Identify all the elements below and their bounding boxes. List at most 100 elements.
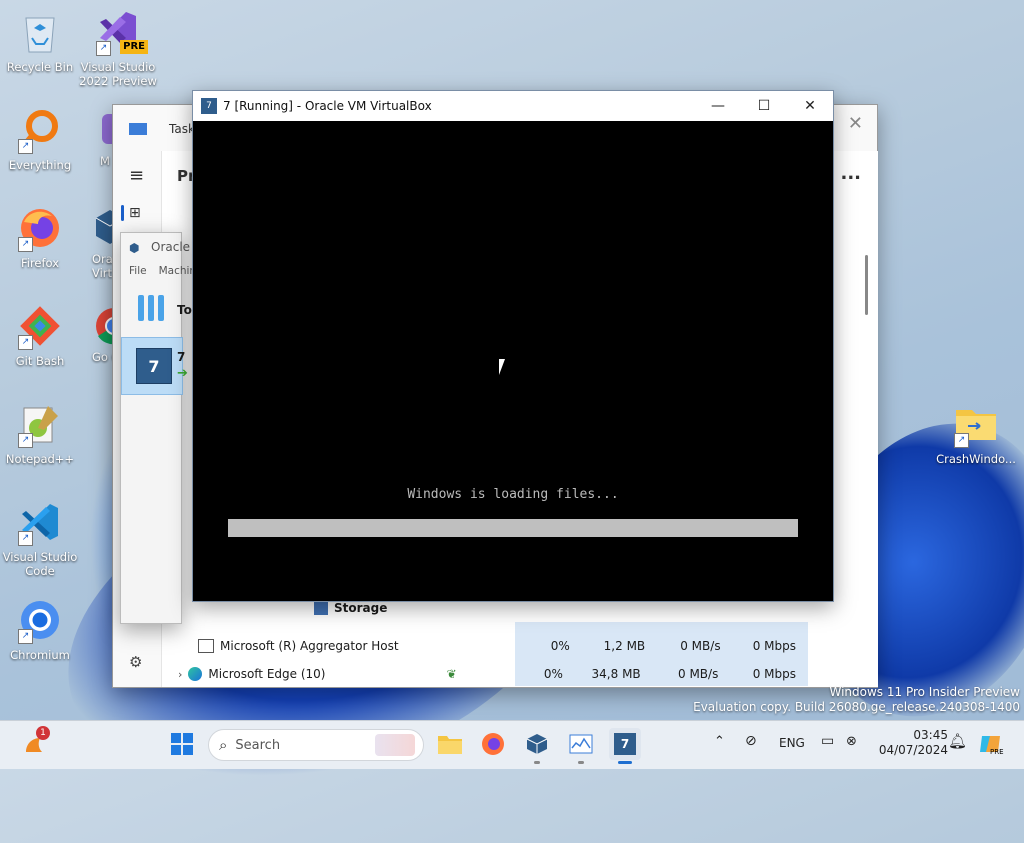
running-indicator (578, 761, 584, 764)
vm-taskbar-icon[interactable]: 7 (609, 728, 641, 764)
disk-cell: 0 MB/s (678, 667, 719, 681)
search-icon: ⌕ (219, 736, 228, 754)
title-bar[interactable]: 7 7 [Running] - Oracle VM VirtualBox — ☐… (193, 91, 833, 121)
virtualbox-icon: ⬢ (129, 241, 140, 255)
search-box[interactable]: ⌕ Search (208, 729, 424, 761)
network-disconnected-icon[interactable]: ⊘ (745, 733, 757, 749)
process-name-cell: › Microsoft Edge (10) (162, 667, 406, 681)
notification-badge: 1 (36, 726, 50, 740)
loading-text: Windows is loading files... (407, 487, 619, 502)
show-hidden-icons-chevron-icon[interactable]: ⌃ (714, 734, 725, 749)
menu-bar: File Machin (129, 265, 196, 277)
menu-file[interactable]: File (129, 265, 147, 277)
chevron-right-icon[interactable]: › (178, 668, 182, 681)
vm-name: 7 (177, 350, 186, 364)
process-name: Microsoft (R) Aggregator Host (220, 639, 399, 653)
table-row[interactable]: Microsoft (R) Aggregator Host 0% 1,2 MB … (162, 632, 808, 660)
table-row[interactable]: › Microsoft Edge (10) ❦ 0% 34,8 MB 0 MB/… (162, 660, 808, 688)
process-name: Microsoft Edge (10) (208, 667, 326, 681)
close-icon[interactable]: ✕ (848, 113, 863, 134)
minimize-button[interactable]: — (695, 91, 741, 121)
copilot-icon[interactable]: PRE (976, 728, 1006, 760)
clock-time: 03:45 (913, 728, 948, 742)
network-cell: 0 Mbps (752, 667, 797, 681)
disk-cell: 0 MB/s (680, 639, 721, 653)
shortcut-arrow-icon: ↗ (18, 629, 33, 644)
network-cell: 0 Mbps (752, 639, 796, 653)
os-windows7-icon: 7 (614, 733, 636, 755)
search-placeholder: Search (235, 737, 281, 753)
shortcut-arrow-icon: ↗ (18, 531, 33, 546)
tools-label: To (177, 303, 192, 317)
visual-studio-icon: PRE ↗ (94, 8, 148, 56)
clock[interactable]: 03:45 04/07/2024 (872, 728, 948, 758)
desktop-icon-crash-windows[interactable]: ↗ CrashWindo... (936, 400, 1016, 466)
desktop-icon-label: CrashWindo... (936, 452, 1016, 466)
display-icon[interactable]: ▭ (821, 733, 834, 749)
efficiency-mode-icon: ❦ (446, 667, 457, 681)
vm-window[interactable]: 7 7 [Running] - Oracle VM VirtualBox — ☐… (192, 90, 834, 602)
desktop-icon-recycle-bin[interactable]: Recycle Bin (0, 8, 80, 74)
watermark-line2: Evaluation copy. Build 26080.ge_release.… (693, 700, 1020, 714)
file-explorer-icon[interactable] (434, 728, 466, 760)
everything-icon: ↗ (16, 106, 64, 154)
cpu-cell: 0% (550, 639, 570, 653)
desktop-icon-chromium[interactable]: ↗ Chromium (0, 596, 80, 662)
desktop-icon-notepad-plus-plus[interactable]: ↗ Notepad++ (0, 400, 80, 466)
firefox-icon: ↗ (16, 204, 64, 252)
settings-gear-icon[interactable]: ⚙ (129, 653, 142, 671)
desktop-icon-everything[interactable]: ↗ Everything (0, 106, 80, 172)
progress-fill (228, 519, 798, 537)
folder-icon: ↗ (952, 400, 1000, 448)
maximize-button[interactable]: ☐ (741, 91, 787, 121)
task-manager-icon (129, 123, 147, 135)
shortcut-arrow-icon: ↗ (18, 335, 33, 350)
virtualbox-manager-window[interactable]: ⬢ Oracle V File Machin To 7 7 ➔ (120, 232, 202, 624)
vm-list-item[interactable]: 7 7 ➔ (121, 337, 188, 395)
notification-bell-icon[interactable]: 🔔︎ (948, 732, 967, 750)
active-nav-indicator (121, 205, 124, 221)
desktop-icon-label: Git Bash (15, 354, 65, 368)
firefox-taskbar-icon[interactable] (477, 728, 509, 760)
shortcut-arrow-icon: ↗ (96, 41, 111, 56)
vscode-icon: ↗ (16, 498, 64, 546)
desktop-icon-label: Notepad++ (5, 452, 75, 466)
shortcut-arrow-icon: ↗ (18, 139, 33, 154)
task-manager-taskbar-icon[interactable] (565, 728, 597, 764)
evaluation-watermark: Windows 11 Pro Insider Preview Evaluatio… (693, 685, 1020, 715)
desktop-icon-label: Visual Studio 2022 Preview (79, 60, 157, 88)
clock-date: 04/07/2024 (878, 743, 948, 757)
desktop-icon-firefox[interactable]: ↗ Firefox (0, 204, 80, 270)
running-arrow-icon: ➔ (177, 366, 188, 381)
shortcut-arrow-icon: ↗ (18, 237, 33, 252)
widgets-button[interactable]: 1 (18, 726, 50, 760)
desktop-icon-label: Chromium (10, 648, 70, 662)
desktop-icon-label: Everything (8, 158, 72, 172)
virtualbox-taskbar-icon[interactable] (521, 728, 553, 764)
language-indicator[interactable]: ENG (779, 736, 805, 750)
edge-icon (188, 667, 203, 681)
desktop-icon-git-bash[interactable]: ↗ Git Bash (0, 302, 80, 368)
app-window-icon (198, 639, 214, 653)
close-button[interactable]: ✕ (787, 91, 833, 121)
more-options-button[interactable]: ... (840, 163, 861, 184)
menu-machine[interactable]: Machin (159, 265, 197, 277)
chromium-icon: ↗ (16, 596, 64, 644)
scrollbar[interactable] (865, 255, 868, 315)
hamburger-menu-icon[interactable]: ≡ (129, 165, 144, 186)
loading-progress-bar (228, 519, 798, 537)
desktop-icon-label: Visual Studio Code (2, 550, 78, 578)
tools-icon (135, 291, 169, 325)
start-button[interactable] (166, 728, 198, 760)
desktop-icon-visual-studio-2022-preview[interactable]: PRE ↗ Visual Studio 2022 Preview (78, 8, 158, 88)
desktop-icon-label: Recycle Bin (6, 60, 74, 74)
processes-tab-icon[interactable]: ⊞ (129, 205, 141, 221)
taskbar (0, 720, 1024, 769)
storage-icon (314, 601, 328, 615)
shortcut-arrow-icon: ↗ (954, 433, 969, 448)
vm-icon: 7 (201, 98, 217, 114)
recycle-bin-icon (16, 8, 64, 56)
desktop-icon-vscode[interactable]: ↗ Visual Studio Code (0, 498, 80, 578)
vm-screen[interactable]: Windows is loading files... (193, 121, 833, 601)
volume-muted-icon[interactable]: ⊗ (846, 734, 857, 749)
